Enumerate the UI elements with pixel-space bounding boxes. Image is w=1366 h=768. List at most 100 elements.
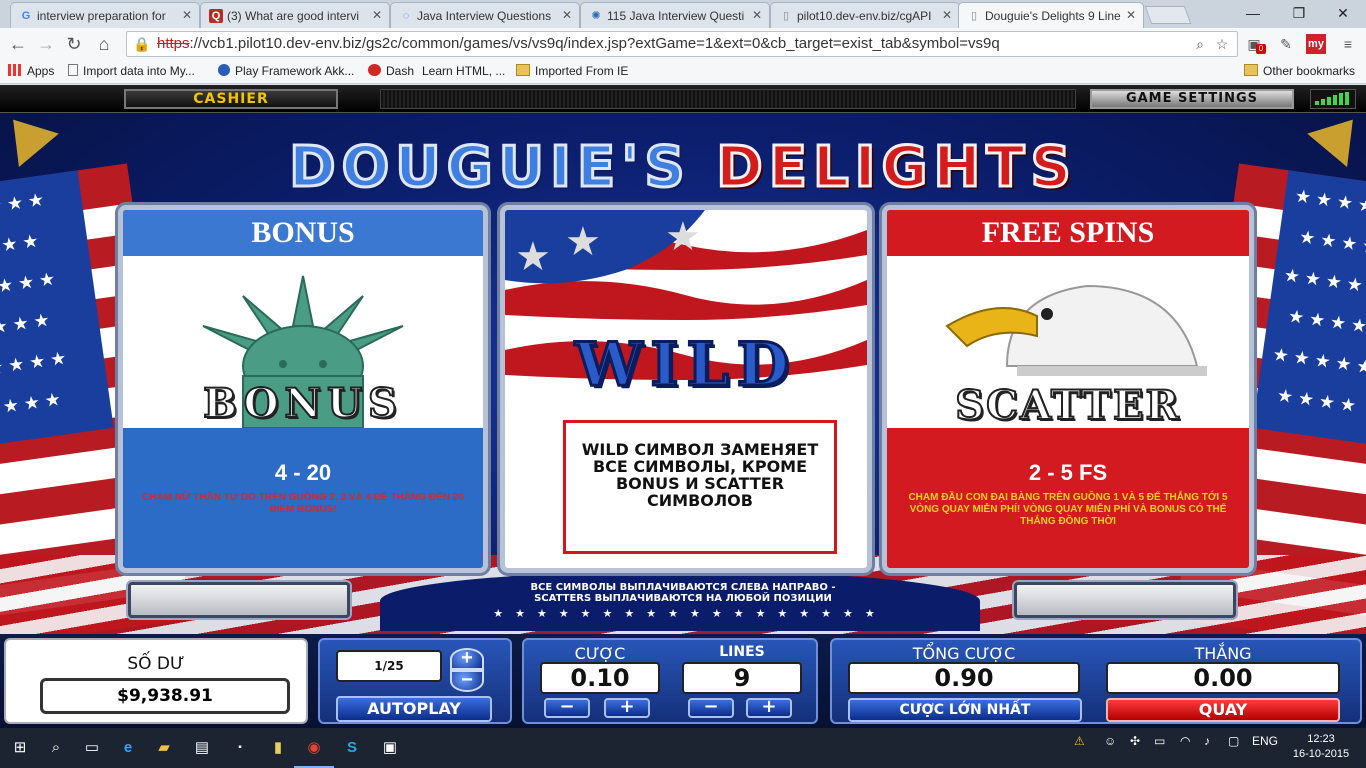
game-settings-button[interactable]: GAME SETTINGS xyxy=(1090,89,1294,109)
autoplay-increase-button[interactable]: + xyxy=(450,648,484,670)
play-icon xyxy=(218,64,230,76)
chrome-icon[interactable]: ◉ xyxy=(294,734,334,768)
max-bet-button[interactable]: CƯỢC LỚN NHẤT xyxy=(848,698,1082,722)
tab-6-active[interactable]: ▯ Douguie's Delights 9 Line ✕ xyxy=(958,2,1144,28)
bookmark-apps[interactable]: Apps xyxy=(8,64,54,78)
people-icon[interactable]: ☺ xyxy=(1104,734,1116,748)
browser-toolbar: ← → ↻ ⌂ 🔒 https://vcb1.pilot10.dev-env.b… xyxy=(0,28,1366,60)
folder-icon xyxy=(1244,64,1258,76)
clock-time: 12:23 xyxy=(1307,733,1335,745)
minimize-button[interactable]: — xyxy=(1230,0,1276,26)
bookmark-label: Imported From IE xyxy=(535,64,629,78)
my-extension-icon[interactable]: my xyxy=(1306,34,1326,54)
home-icon[interactable]: ⌂ xyxy=(92,32,116,56)
svg-text:★: ★ xyxy=(665,215,701,259)
store-icon[interactable]: ▤ xyxy=(188,734,216,762)
maximize-button[interactable]: ❐ xyxy=(1276,0,1322,26)
tab-1[interactable]: G interview preparation for ✕ xyxy=(10,2,200,28)
tab-title: pilot10.dev-env.biz/cgAPI xyxy=(797,9,932,23)
lines-value: 9 xyxy=(682,662,802,694)
lines-increase-button[interactable]: + xyxy=(746,698,792,718)
task-view-icon[interactable]: ▭ xyxy=(78,734,106,762)
tab-2[interactable]: Q (3) What are good intervi ✕ xyxy=(200,2,390,28)
svg-text:★: ★ xyxy=(515,235,551,279)
bookmark-play-framework[interactable]: Play Framework Akk... xyxy=(218,64,354,78)
dash-icon xyxy=(368,64,381,76)
free-spins-description: CHẠM ĐẦU CON ĐẠI BÀNG TRÊN GUỒNG 1 VÀ 5 … xyxy=(908,492,1228,527)
page-icon: ▯ xyxy=(782,10,790,22)
spin-button[interactable]: QUAY xyxy=(1106,698,1340,722)
windows-taskbar: ⊞ ⌕ ▭ e ▰ ▤ ▪ ▮ ◉ S ▣ ⚠ ☺ ✣ ▭ ◠ ♪ ▢ ENG … xyxy=(0,728,1366,768)
action-center-icon[interactable]: ▢ xyxy=(1228,734,1239,748)
autoplay-button[interactable]: AUTOPLAY xyxy=(336,696,492,722)
menu-icon[interactable]: ≡ xyxy=(1338,34,1358,54)
windows-start-icon[interactable]: ⊞ xyxy=(6,734,34,762)
next-page-button[interactable] xyxy=(1014,582,1236,618)
volume-icon[interactable]: ♪ xyxy=(1204,734,1210,748)
win-label: THẮNG xyxy=(1194,644,1252,663)
bookmark-imported-ie[interactable]: Imported From IE xyxy=(516,64,628,78)
new-tab-button[interactable] xyxy=(1144,6,1192,24)
previous-page-button[interactable] xyxy=(128,582,350,618)
battery-icon[interactable]: ▭ xyxy=(1154,734,1165,748)
bookmark-star-icon[interactable]: ☆ xyxy=(1212,34,1232,54)
bet-increase-button[interactable]: + xyxy=(604,698,650,718)
language-indicator[interactable]: ENG xyxy=(1252,734,1278,748)
tab-5[interactable]: ▯ pilot10.dev-env.biz/cgAPI ✕ xyxy=(770,2,960,28)
cashier-button[interactable]: CASHIER xyxy=(124,89,338,109)
pays-line-1: ВСЕ СИМВОЛЫ ВЫПЛАЧИВАЮТСЯ СЛЕВА НАПРАВО … xyxy=(530,582,836,593)
tab-4[interactable]: ✺ 115 Java Interview Questi ✕ xyxy=(580,2,770,28)
bookmark-learn-html[interactable]: Learn HTML, ... xyxy=(422,64,505,78)
zoom-icon[interactable]: ⌕ xyxy=(1190,34,1210,54)
scatter-symbol-text: SCATTER xyxy=(954,381,1181,430)
forward-icon[interactable]: → xyxy=(34,32,58,56)
close-tab-icon[interactable]: ✕ xyxy=(182,8,192,22)
wild-description-box: WILD СИМВОЛ ЗАМЕНЯЕТ ВСЕ СИМВОЛЫ, КРОМЕ … xyxy=(563,420,837,554)
reload-icon[interactable]: ↻ xyxy=(62,32,86,56)
bookmark-other[interactable]: Other bookmarks xyxy=(1244,64,1355,78)
search-icon[interactable]: ⌕ xyxy=(42,734,70,762)
wifi-icon[interactable]: ◠ xyxy=(1180,734,1190,748)
bookmarks-bar: Apps Import data into My... Play Framewo… xyxy=(0,60,1366,84)
clock[interactable]: 12:23 16-10-2015 xyxy=(1290,732,1352,762)
statue-of-liberty-image: BONUS xyxy=(123,256,483,429)
extension-badge: 0 xyxy=(1256,44,1266,54)
page-icon xyxy=(68,64,78,76)
close-tab-icon[interactable]: ✕ xyxy=(562,8,572,22)
pays-info: ВСЕ СИМВОЛЫ ВЫПЛАЧИВАЮТСЯ СЛЕВА НАПРАВО … xyxy=(440,582,926,604)
site-icon: ✺ xyxy=(591,10,601,22)
balance-value: $9,938.91 xyxy=(40,678,290,714)
bet-panel: CƯỢC 0.10 − + LINES 9 − + xyxy=(522,638,818,724)
bet-decrease-button[interactable]: − xyxy=(544,698,590,718)
clock-date: 16-10-2015 xyxy=(1292,748,1350,760)
close-tab-icon[interactable]: ✕ xyxy=(752,8,762,22)
warning-icon[interactable]: ⚠ xyxy=(1074,734,1085,748)
tab-3[interactable]: ◌ Java Interview Questions ✕ xyxy=(390,2,580,28)
edge-icon[interactable]: e xyxy=(114,734,142,762)
bet-value: 0.10 xyxy=(540,662,660,694)
eyedropper-icon[interactable]: ✎ xyxy=(1276,34,1296,54)
bookmark-dash[interactable]: Dash xyxy=(368,64,414,78)
notes-icon[interactable]: ▮ xyxy=(264,734,292,762)
close-window-button[interactable]: ✕ xyxy=(1320,0,1366,26)
insecure-lock-icon: 🔒 xyxy=(133,36,151,52)
lines-label: LINES xyxy=(719,644,765,660)
close-tab-icon[interactable]: ✕ xyxy=(942,8,952,22)
slot-game: CASHIER GAME SETTINGS ★ ★ ★ ★ ★ ★ ★ ★ ★ ★ … xyxy=(0,85,1366,728)
bookmark-import-data[interactable]: Import data into My... xyxy=(68,64,195,78)
close-tab-icon[interactable]: ✕ xyxy=(372,8,382,22)
eagle-image: SCATTER xyxy=(887,256,1249,430)
remote-desktop-icon[interactable]: ▣ xyxy=(376,734,404,762)
skype-icon[interactable]: S xyxy=(338,734,366,762)
address-bar[interactable]: 🔒 https://vcb1.pilot10.dev-env.biz/gs2c/… xyxy=(126,31,1238,57)
tab-title: 115 Java Interview Questi xyxy=(607,9,745,23)
lines-decrease-button[interactable]: − xyxy=(688,698,734,718)
file-explorer-icon[interactable]: ▰ xyxy=(150,734,178,762)
tab-title: interview preparation for xyxy=(37,9,166,23)
title-word-2: DELIGHTS xyxy=(715,134,1077,202)
system-tray-icon[interactable]: ✣ xyxy=(1130,734,1140,748)
cmd-icon[interactable]: ▪ xyxy=(226,734,254,762)
autoplay-decrease-button[interactable]: − xyxy=(450,670,484,692)
close-tab-icon[interactable]: ✕ xyxy=(1126,8,1136,22)
back-icon[interactable]: ← xyxy=(6,32,30,56)
